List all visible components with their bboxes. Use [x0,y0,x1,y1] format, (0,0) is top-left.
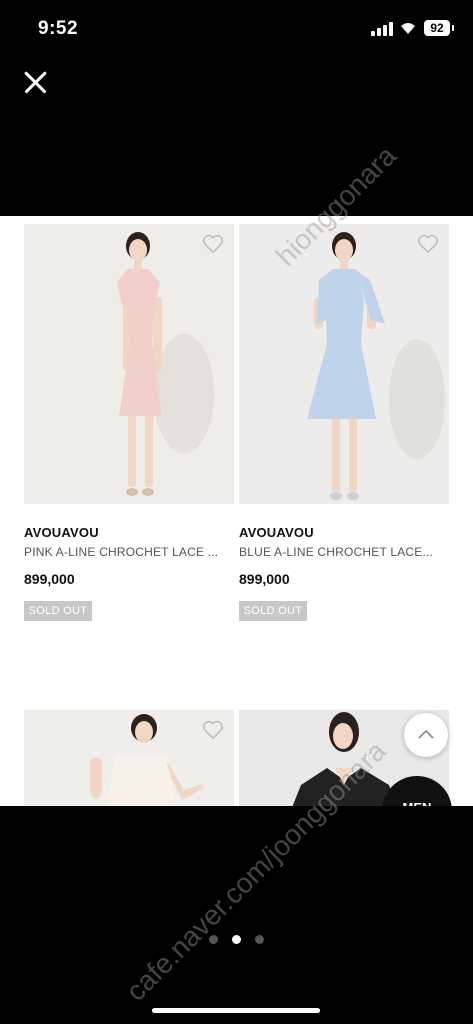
product-image[interactable] [239,224,449,504]
chevron-up-icon [418,729,434,739]
close-button[interactable] [20,68,50,98]
battery-indicator: 92 [424,20,454,36]
product-list-page: AVOUAVOU PINK A-LINE CHROCHET LACE ... 8… [0,216,473,806]
product-price: 899,000 [239,571,290,587]
page-dot-active[interactable] [232,935,241,944]
status-time: 9:52 [38,18,79,39]
product-image[interactable] [24,710,234,806]
product-image[interactable] [24,224,234,504]
page-indicator[interactable] [209,935,269,945]
viewer-bottom-bar [0,806,473,1024]
status-bar: 9:52 92 [0,0,473,58]
product-price: 899,000 [24,571,75,587]
heart-icon[interactable] [202,720,224,740]
heart-icon[interactable] [417,234,439,254]
model-illustration [239,224,449,504]
page-dot[interactable] [209,935,218,944]
product-name[interactable]: BLUE A-LINE CHROCHET LACE... [239,545,444,559]
scroll-to-top-button[interactable] [404,713,448,757]
page-dot[interactable] [255,935,264,944]
sold-out-badge: SOLD OUT [239,601,307,621]
product-name[interactable]: PINK A-LINE CHROCHET LACE ... [24,545,229,559]
model-illustration [24,224,234,504]
sold-out-badge: SOLD OUT [24,601,92,621]
heart-icon[interactable] [202,234,224,254]
product-brand: AVOUAVOU [239,525,314,540]
home-indicator[interactable] [152,1008,320,1013]
wifi-icon [401,23,415,34]
product-brand: AVOUAVOU [24,525,99,540]
cellular-signal-icon [371,22,393,36]
